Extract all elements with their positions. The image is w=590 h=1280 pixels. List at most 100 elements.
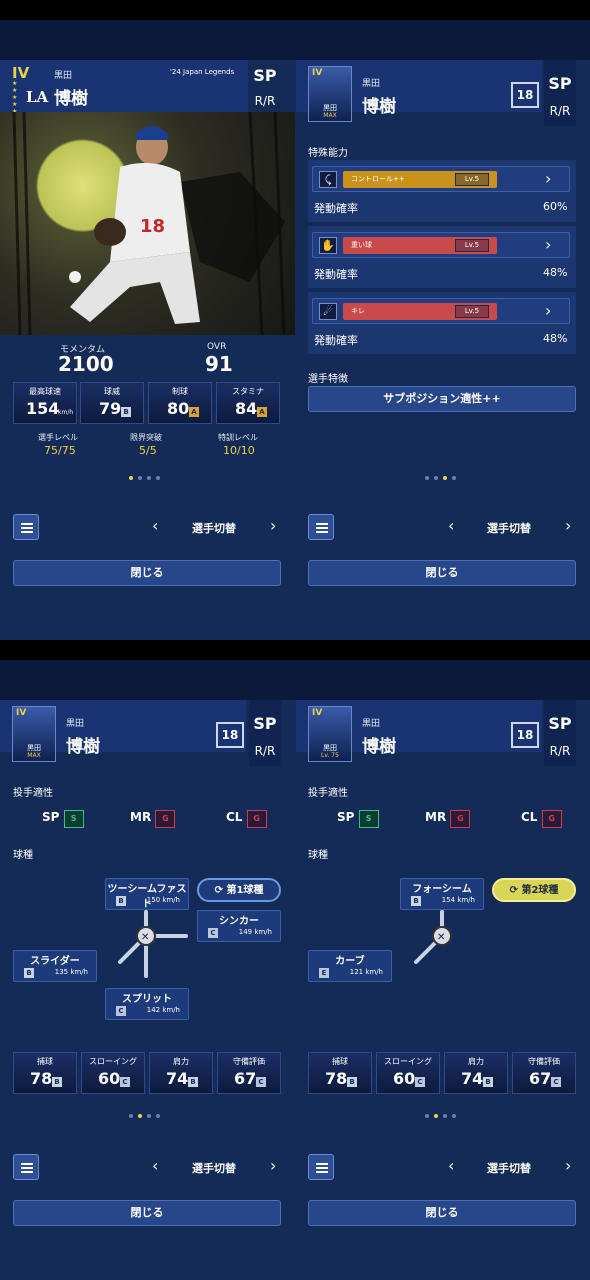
close-button[interactable]: 閉じる xyxy=(308,560,576,586)
player-first-name-4: 博樹 xyxy=(362,737,396,757)
aptitude-cl: CL G xyxy=(521,810,562,828)
team-logo: LA xyxy=(26,88,49,106)
chevron-left-icon[interactable]: ‹ xyxy=(152,1156,158,1175)
pitch-slider[interactable]: スライダー B 135 km/h xyxy=(13,950,97,982)
field-catch: 捕球 78 B xyxy=(308,1052,372,1094)
menu-button[interactable] xyxy=(13,514,39,540)
ovr-label: OVR xyxy=(207,342,227,352)
field-throwing: スローイング 60 C xyxy=(376,1052,440,1094)
top-screen: IV ★★★★★ LA 黒田 博樹 '24 Japan Legends SP R… xyxy=(0,20,590,640)
stat-power: 球威 79 B xyxy=(80,382,144,424)
level-label: 選手レベル xyxy=(38,433,78,442)
menu-button[interactable] xyxy=(308,1154,334,1180)
first-pitch-badge[interactable]: ⟳ 第1球種 xyxy=(197,878,281,902)
page-indicator xyxy=(425,476,456,480)
player-last-name-3: 黒田 xyxy=(66,719,85,729)
uniform-number: 18 xyxy=(511,722,539,748)
player-last-name-4: 黒田 xyxy=(362,719,381,729)
close-button[interactable]: 閉じる xyxy=(13,560,281,586)
page-indicator xyxy=(425,1114,456,1118)
aptitude-sp: SP S xyxy=(337,810,379,828)
chevron-left-icon[interactable]: ‹ xyxy=(448,1156,454,1175)
position-label-4: SP xyxy=(548,714,572,733)
player-first-name-2: 博樹 xyxy=(362,97,396,117)
svg-text:✕: ✕ xyxy=(141,932,149,943)
stat-control: 制球 80 A xyxy=(148,382,212,424)
chevron-right-icon[interactable]: › xyxy=(565,1156,571,1175)
player-photo: 18 xyxy=(0,112,295,335)
top-band xyxy=(0,20,590,60)
field-rating: 守備評価 67 C xyxy=(512,1052,576,1094)
aptitude-mr: MR G xyxy=(425,810,471,828)
chevron-right-icon[interactable]: › xyxy=(270,1156,276,1175)
heavy-ball-icon: ✋ xyxy=(319,237,337,254)
special-ability-title: 特殊能力 xyxy=(308,148,348,159)
position-label-3: SP xyxy=(253,714,277,733)
activation-rate-label: 発動確率 xyxy=(314,268,358,281)
activation-rate-value: 48% xyxy=(543,266,568,279)
chevron-right-icon[interactable]: › xyxy=(270,516,276,535)
switch-player-label: 選手切替 xyxy=(487,522,531,535)
chevron-right-icon: › xyxy=(545,169,552,188)
pitcher-aptitude-title: 投手適性 xyxy=(13,788,53,799)
pitch-direction-diagram: ✕ xyxy=(118,910,188,978)
pitch-sinker[interactable]: シンカー C 149 km/h xyxy=(197,910,281,942)
pitcher-throw-icon: ⤹ xyxy=(319,171,337,188)
swap-icon: ⟳ xyxy=(509,885,518,896)
momentum-value: 2100 xyxy=(58,352,114,376)
activation-rate-value: 60% xyxy=(543,200,568,213)
pitcher-aptitude-title: 投手適性 xyxy=(308,788,348,799)
second-pitch-badge[interactable]: ⟳ 第2球種 xyxy=(492,878,576,902)
chevron-left-icon[interactable]: ‹ xyxy=(152,516,158,535)
swap-icon: ⟳ xyxy=(214,885,223,896)
pitch-direction-diagram: ✕ xyxy=(414,910,452,964)
top-band xyxy=(0,660,590,700)
skill-control-plus[interactable]: ⤹ コントロール++ Lv.5 › xyxy=(312,166,570,192)
close-button[interactable]: 閉じる xyxy=(13,1200,281,1226)
player-first-name-3: 博樹 xyxy=(66,737,100,757)
pitch-type-title: 球種 xyxy=(13,850,33,861)
position-label: SP xyxy=(253,66,277,85)
sharp-break-icon: ☄ xyxy=(319,303,337,320)
skill-sharp-break[interactable]: ☄ キレ Lv.5 › xyxy=(312,298,570,324)
throws-bats-3: R/R xyxy=(254,744,276,758)
skill-heavy-ball[interactable]: ✋ 重い球 Lv.5 › xyxy=(312,232,570,258)
player-thumbnail: IV 黒田 MAX xyxy=(12,706,56,762)
player-thumbnail: IV 黒田 Lv. 75 xyxy=(308,706,352,762)
menu-button[interactable] xyxy=(13,1154,39,1180)
training-level-label: 特訓レベル xyxy=(218,433,258,442)
activation-rate-label: 発動確率 xyxy=(314,202,358,215)
throws-bats-2: R/R xyxy=(549,104,571,118)
chevron-left-icon[interactable]: ‹ xyxy=(448,516,454,535)
player-last-name-2: 黒田 xyxy=(362,79,381,89)
switch-player-label: 選手切替 xyxy=(192,1162,236,1175)
activation-rate-label: 発動確率 xyxy=(314,334,358,347)
pitch-split[interactable]: スプリット C 142 km/h xyxy=(105,988,189,1020)
field-throwing: スローイング 60 C xyxy=(81,1052,145,1094)
aptitude-mr: MR G xyxy=(130,810,176,828)
limit-break-value: 5/5 xyxy=(139,444,157,457)
series-label: '24 Japan Legends xyxy=(170,68,235,76)
switch-player-label: 選手切替 xyxy=(192,522,236,535)
field-arm: 肩力 74 B xyxy=(444,1052,508,1094)
pitch-curve[interactable]: カーブ E 121 km/h xyxy=(308,950,392,982)
bottom-screen: IV 黒田 MAX 黒田 博樹 18 SP R/R 投手適性 SP S MR G… xyxy=(0,660,590,1280)
player-thumbnail: IV 黒田 MAX xyxy=(308,66,352,122)
limit-break-label: 限界突破 xyxy=(130,433,162,442)
uniform-number: 18 xyxy=(511,82,539,108)
pitcher-figure-icon: 18 xyxy=(12,112,286,335)
pitch-four-seam[interactable]: フォーシーム B 154 km/h xyxy=(400,878,484,910)
field-rating: 守備評価 67 C xyxy=(217,1052,281,1094)
menu-button[interactable] xyxy=(308,514,334,540)
trait-sub-position-button[interactable]: サブポジション適性++ xyxy=(308,386,576,412)
position-label-2: SP xyxy=(548,74,572,93)
chevron-right-icon: › xyxy=(545,235,552,254)
page-indicator xyxy=(129,1114,160,1118)
aptitude-cl: CL G xyxy=(226,810,267,828)
pitch-type-title: 球種 xyxy=(308,850,328,861)
uniform-number: 18 xyxy=(216,722,244,748)
chevron-right-icon[interactable]: › xyxy=(565,516,571,535)
close-button[interactable]: 閉じる xyxy=(308,1200,576,1226)
pitch-two-seam[interactable]: ツーシームファスト B 150 km/h xyxy=(105,878,189,910)
field-catch: 捕球 78 B xyxy=(13,1052,77,1094)
